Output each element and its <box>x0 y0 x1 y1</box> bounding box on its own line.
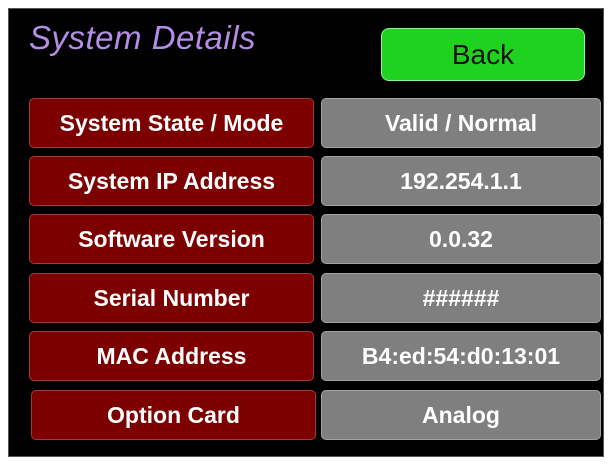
page-title: System Details <box>29 19 257 56</box>
system-ip-address-label: System IP Address <box>29 156 314 206</box>
system-state-mode-value: Valid / Normal <box>321 98 601 148</box>
option-card-value: Analog <box>321 390 601 440</box>
option-card-label: Option Card <box>31 390 316 440</box>
back-button[interactable]: Back <box>381 28 585 81</box>
software-version-label: Software Version <box>29 214 314 264</box>
serial-number-value: ###### <box>321 273 601 323</box>
mac-address-value: B4:ed:54:d0:13:01 <box>321 331 601 381</box>
mac-address-label: MAC Address <box>29 331 314 381</box>
system-ip-address-value: 192.254.1.1 <box>321 156 601 206</box>
software-version-value: 0.0.32 <box>321 214 601 264</box>
system-details-screen: System Details Back System State / Mode … <box>8 8 604 457</box>
system-state-mode-label: System State / Mode <box>29 98 314 148</box>
serial-number-label: Serial Number <box>29 273 314 323</box>
